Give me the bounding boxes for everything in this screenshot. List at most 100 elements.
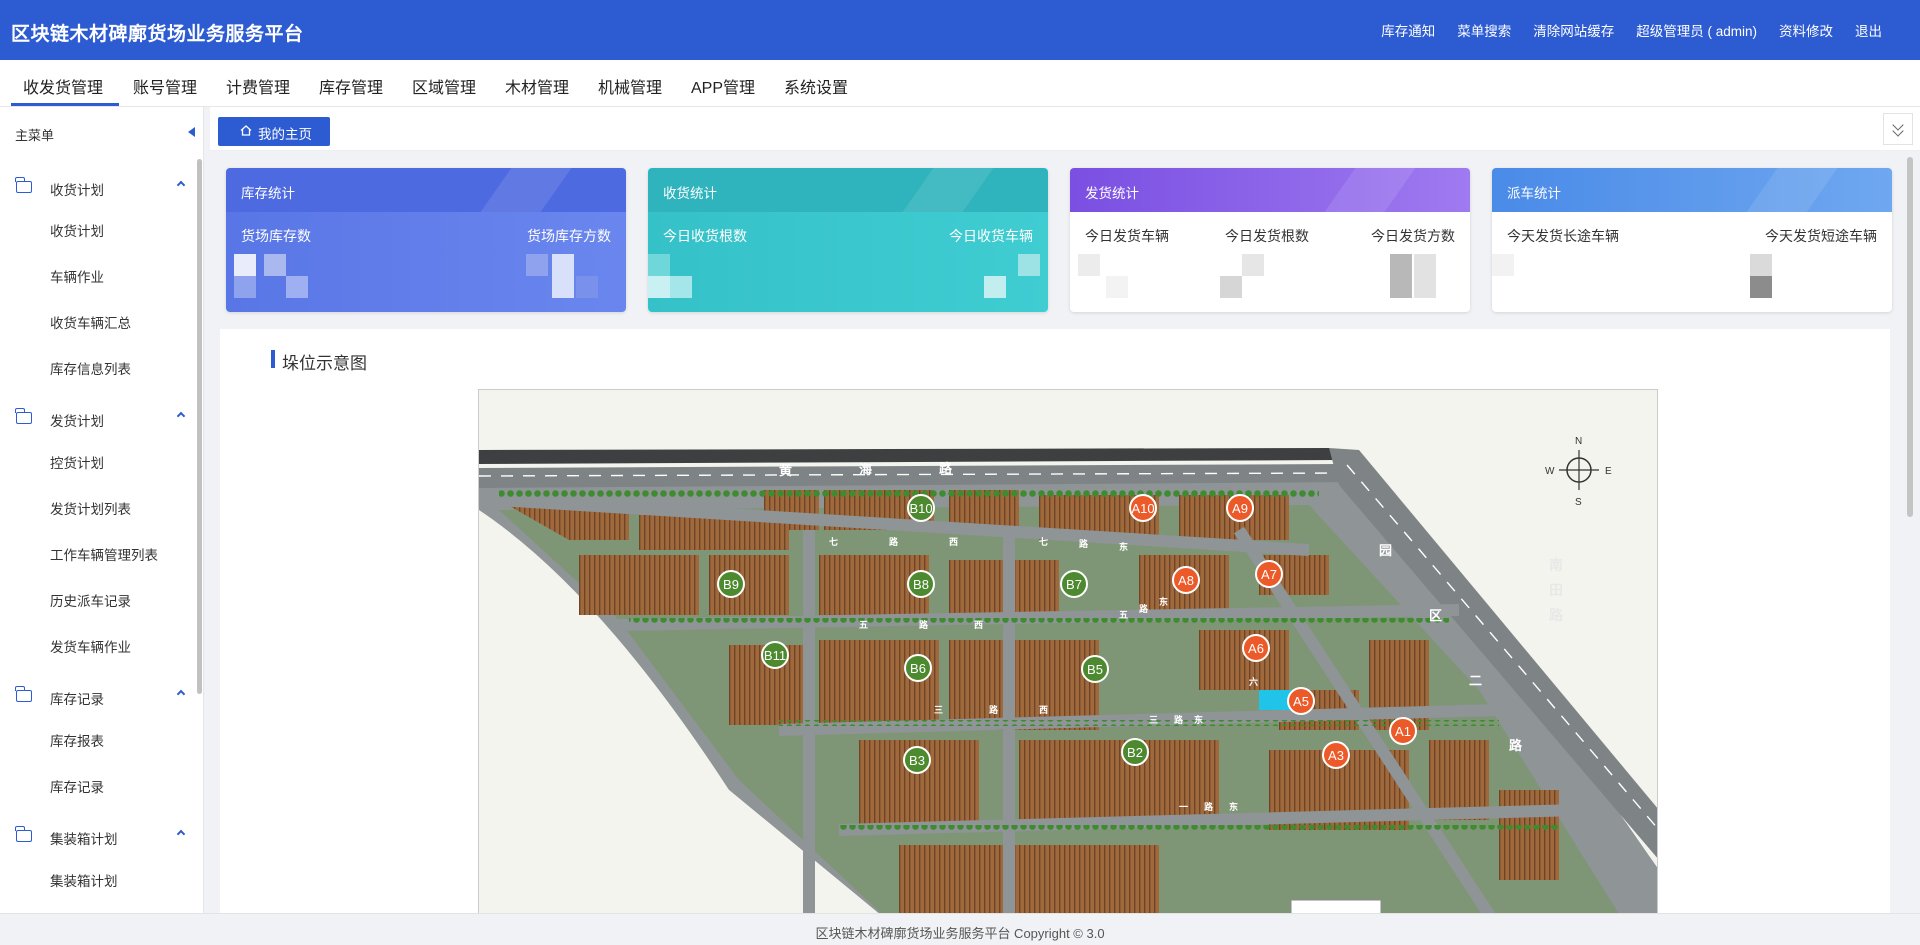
sidebar-header: 主菜单 bbox=[15, 128, 55, 143]
sidebar-item-receiving-summary[interactable]: 收货车辆汇总 bbox=[50, 312, 131, 332]
sidebar-item-shipping-vehicle-ops[interactable]: 发货车辆作业 bbox=[50, 636, 131, 656]
folder-icon bbox=[15, 826, 32, 842]
sidebar-group-shipping[interactable]: 发货计划 bbox=[0, 404, 190, 434]
yard-map[interactable]: N S W E 黄 海 路 七 路 西 七 路 东 五 路 西 五 路 东 三 … bbox=[478, 389, 1658, 929]
road-label: 七 bbox=[1039, 536, 1048, 547]
zone-b5-label: B5 bbox=[1087, 662, 1103, 677]
sidebar-item-container-plan[interactable]: 集装箱计划 bbox=[50, 870, 118, 890]
home-icon bbox=[240, 125, 252, 136]
chevron-up-icon bbox=[176, 689, 186, 699]
menu-item-area[interactable]: 区域管理 bbox=[412, 74, 476, 98]
yard-layout-panel: 垛位示意图 N S W E 黄 海 路 七 路 西 七 路 东 五 路 西 五 … bbox=[220, 329, 1890, 929]
stat-label: 货场库存方数 bbox=[527, 228, 611, 244]
compass-icon: N S W E bbox=[1545, 436, 1612, 508]
card-stock-stats: 库存统计 货场库存数 货场库存方数 bbox=[226, 168, 626, 312]
zone-b3-label: B3 bbox=[909, 753, 925, 768]
tab-home[interactable]: 我的主页 bbox=[218, 117, 330, 146]
road-label: 西 bbox=[974, 620, 983, 630]
road-label: 路 bbox=[1204, 801, 1214, 812]
menu-item-billing[interactable]: 计费管理 bbox=[226, 74, 290, 98]
sidebar-group-label: 发货计划 bbox=[50, 414, 104, 429]
sidebar-collapse-icon[interactable] bbox=[188, 127, 195, 137]
sidebar-group-receiving[interactable]: 收货计划 bbox=[0, 173, 190, 203]
top-link-edit-profile[interactable]: 资料修改 bbox=[1779, 20, 1833, 40]
top-header: 区块链木材碑廓货场业务服务平台 库存通知 菜单搜索 清除网站缓存 超级管理员 (… bbox=[0, 0, 1920, 60]
content-scrollbar[interactable] bbox=[1907, 157, 1913, 517]
stat-label: 今日收货车辆 bbox=[949, 228, 1033, 244]
road-label: 西 bbox=[1039, 705, 1048, 715]
menu-item-inventory[interactable]: 库存管理 bbox=[319, 74, 383, 98]
sidebar-group-label: 收货计划 bbox=[50, 183, 104, 198]
zone-b11-label: B11 bbox=[764, 648, 786, 663]
chevron-up-icon bbox=[176, 180, 186, 190]
zone-a3-label: A3 bbox=[1328, 748, 1344, 763]
sidebar-group-label: 库存记录 bbox=[50, 692, 104, 707]
road-label: 东 bbox=[1119, 541, 1128, 552]
road-top bbox=[479, 448, 1339, 464]
road-label: 南 bbox=[1549, 557, 1563, 573]
sidebar-item-stock-record[interactable]: 库存记录 bbox=[50, 776, 104, 796]
card-shipping-stats: 发货统计 今日发货车辆 今日发货根数 今日发货方数 bbox=[1070, 168, 1470, 312]
menu-item-app[interactable]: APP管理 bbox=[691, 74, 755, 98]
road-label: 六 bbox=[1249, 676, 1258, 687]
road-label: 路 bbox=[919, 619, 929, 630]
sidebar-item-receiving-plan[interactable]: 收货计划 bbox=[50, 220, 104, 240]
road-label: 七 bbox=[829, 536, 838, 547]
road-label: 一 bbox=[1179, 802, 1188, 812]
sidebar: 主菜单 收货计划 收货计划 车辆作业 收货车辆汇总 库存信息列表 发货计划 控货… bbox=[0, 107, 204, 913]
zone-b10-label: B10 bbox=[909, 501, 932, 516]
top-link-user[interactable]: 超级管理员 ( admin) bbox=[1636, 20, 1757, 40]
road-label: 路 bbox=[939, 461, 953, 476]
menu-item-account[interactable]: 账号管理 bbox=[133, 74, 197, 98]
zone-a1-label: A1 bbox=[1395, 724, 1411, 739]
sidebar-item-stock-report[interactable]: 库存报表 bbox=[50, 730, 104, 750]
sidebar-scrollbar[interactable] bbox=[197, 159, 202, 694]
zone-b7-label: B7 bbox=[1066, 577, 1082, 592]
app-title: 区块链木材碑廓货场业务服务平台 bbox=[11, 24, 304, 45]
sidebar-item-work-vehicles[interactable]: 工作车辆管理列表 bbox=[50, 544, 158, 564]
main-menu: 收发货管理 账号管理 计费管理 库存管理 区域管理 木材管理 机械管理 APP管… bbox=[0, 60, 1920, 107]
road-label: 田 bbox=[1549, 582, 1563, 598]
road-label: 路 bbox=[1079, 538, 1089, 549]
sidebar-group-stock-records[interactable]: 库存记录 bbox=[0, 682, 190, 712]
sidebar-item-vehicle-ops[interactable]: 车辆作业 bbox=[50, 266, 104, 286]
menu-item-shipping[interactable]: 收发货管理 bbox=[23, 74, 103, 98]
top-link-logout[interactable]: 退出 bbox=[1855, 20, 1882, 40]
road-label: 区 bbox=[1429, 608, 1442, 623]
zone-a6-label: A6 bbox=[1248, 641, 1264, 656]
tab-strip: 我的主页 bbox=[210, 107, 1920, 151]
top-link-clear-cache[interactable]: 清除网站缓存 bbox=[1533, 20, 1614, 40]
sidebar-item-dispatch-history[interactable]: 历史派车记录 bbox=[50, 590, 131, 610]
stat-label: 今日发货车辆 bbox=[1085, 228, 1169, 244]
card-dispatch-stats: 派车统计 今天发货长途车辆 今天发货短途车辆 bbox=[1492, 168, 1892, 312]
tab-collapse-toggle[interactable] bbox=[1883, 113, 1913, 145]
road-label: 东 bbox=[1229, 801, 1238, 812]
menu-item-wood[interactable]: 木材管理 bbox=[505, 74, 569, 98]
folder-icon bbox=[15, 408, 32, 424]
sidebar-item-shipping-plans[interactable]: 发货计划列表 bbox=[50, 498, 131, 518]
road-label: 路 bbox=[989, 704, 999, 715]
top-link-menu-search[interactable]: 菜单搜索 bbox=[1457, 20, 1511, 40]
zone-a8-label: A8 bbox=[1178, 573, 1194, 588]
stat-label: 今天发货短途车辆 bbox=[1765, 228, 1877, 244]
road-label: 三 bbox=[934, 705, 943, 715]
folder-icon bbox=[15, 686, 32, 702]
top-link-stock-notice[interactable]: 库存通知 bbox=[1381, 20, 1435, 40]
sidebar-group-container[interactable]: 集装箱计划 bbox=[0, 822, 190, 852]
road-label: 路 bbox=[1549, 607, 1564, 623]
sidebar-item-control-plan[interactable]: 控货计划 bbox=[50, 452, 104, 472]
stat-label: 今天发货长途车辆 bbox=[1507, 228, 1619, 244]
zone-b9-label: B9 bbox=[723, 577, 739, 592]
sidebar-item-stock-info[interactable]: 库存信息列表 bbox=[50, 358, 131, 378]
compass-n: N bbox=[1575, 436, 1582, 447]
chevron-up-icon bbox=[176, 829, 186, 839]
road-label: 东 bbox=[1159, 596, 1168, 607]
menu-item-settings[interactable]: 系统设置 bbox=[784, 74, 848, 98]
road-label: 东 bbox=[1194, 714, 1203, 725]
compass-e: E bbox=[1605, 466, 1612, 477]
stat-label: 今日发货根数 bbox=[1225, 228, 1309, 244]
zone-a9-label: A9 bbox=[1232, 501, 1248, 516]
menu-item-machinery[interactable]: 机械管理 bbox=[598, 74, 662, 98]
stat-label: 今日收货根数 bbox=[663, 228, 747, 244]
road-label: 五 bbox=[859, 620, 868, 630]
